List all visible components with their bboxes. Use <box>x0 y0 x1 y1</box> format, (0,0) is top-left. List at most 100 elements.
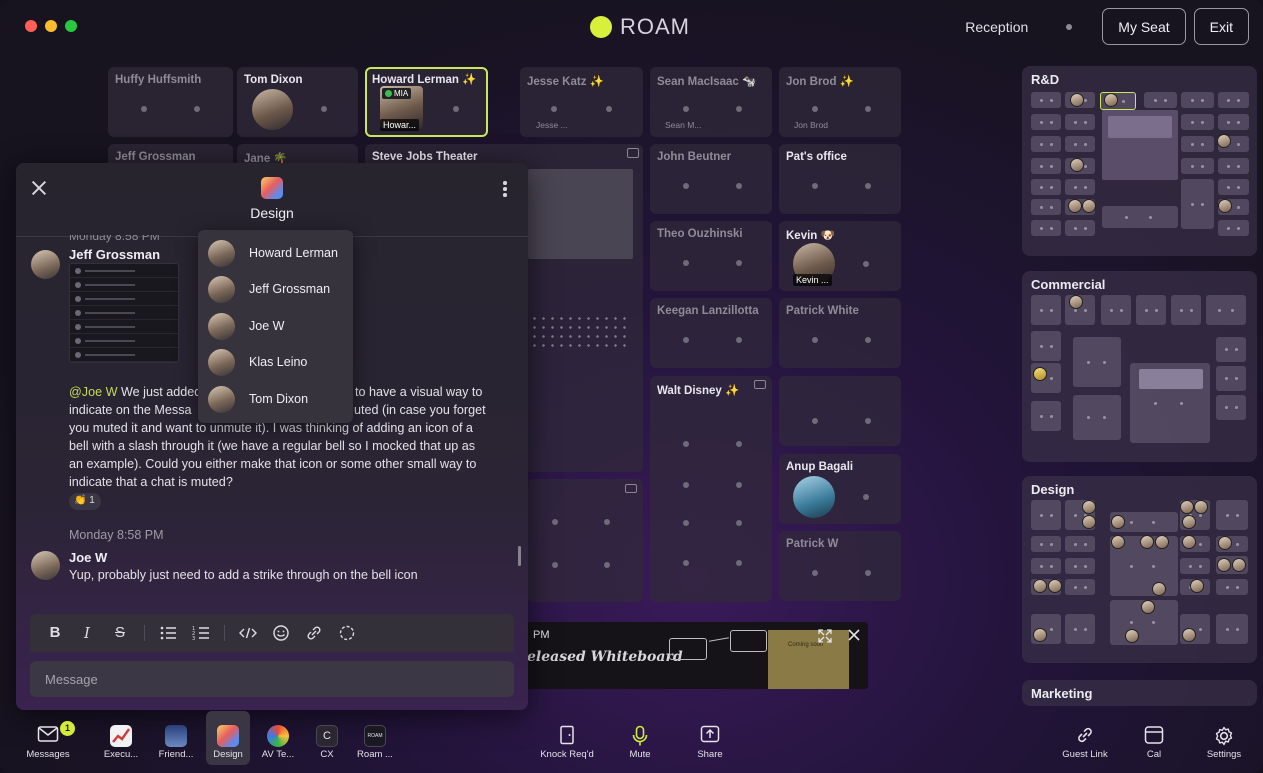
reaction-badge[interactable]: 👏 1 <box>69 493 101 510</box>
scrollbar[interactable] <box>518 546 521 566</box>
office-jesse-katz[interactable]: Jesse Katz ✨ Jesse ... <box>520 67 643 137</box>
room-name: Steve Jobs Theater <box>372 151 478 163</box>
whiteboard-arrow <box>709 637 729 643</box>
link-icon[interactable] <box>303 623 325 643</box>
chat-title[interactable]: Design <box>16 205 528 221</box>
dock-item-design[interactable]: Design <box>206 711 250 765</box>
screen-icon <box>627 148 639 158</box>
room-name: Kevin 🐶 <box>786 230 835 242</box>
bold-button[interactable]: B <box>44 623 66 643</box>
close-icon[interactable] <box>31 180 47 196</box>
room-name: Tom Dixon <box>244 74 303 86</box>
my-seat-button[interactable]: My Seat <box>1102 8 1186 45</box>
calendar-icon <box>1144 726 1164 744</box>
floor-marketing[interactable]: Marketing <box>1022 680 1257 706</box>
message-attachment-image[interactable] <box>69 263 179 363</box>
office-huffy[interactable]: Huffy Huffsmith <box>108 67 233 137</box>
member-item[interactable]: Joe W <box>208 310 348 342</box>
design-group-icon <box>261 177 283 199</box>
strikethrough-button[interactable]: S <box>109 623 131 643</box>
exit-button[interactable]: Exit <box>1193 8 1249 45</box>
avatar[interactable] <box>252 89 293 130</box>
office-kevin[interactable]: Kevin 🐶 Kevin ... <box>779 221 901 291</box>
office-patrick-w[interactable]: Patrick W <box>779 531 901 601</box>
meeting-room[interactable] <box>527 479 643 602</box>
avatar[interactable] <box>31 551 60 580</box>
office-patrick-white[interactable]: Patrick White <box>779 298 901 368</box>
message-text: Yup, probably just need to add a strike … <box>69 568 418 582</box>
guest-link-button[interactable]: Guest Link <box>1054 711 1116 767</box>
numbered-list-icon[interactable]: 123 <box>190 623 212 643</box>
floor-design[interactable]: Design <box>1022 476 1257 663</box>
code-icon[interactable] <box>237 623 259 643</box>
share-button[interactable]: Share <box>679 711 741 767</box>
message-input[interactable] <box>30 661 514 697</box>
italic-button[interactable]: I <box>76 623 98 643</box>
dock-item-roam[interactable]: ROAM Roam ... <box>344 711 406 767</box>
bottom-bar: Messages 1 Execu... Friend... Design AV … <box>0 711 1263 773</box>
avatar <box>208 276 235 303</box>
emoji-icon[interactable] <box>270 623 292 643</box>
whiteboard-shape <box>669 638 707 660</box>
floor-title: R&D <box>1031 72 1060 87</box>
mute-button[interactable]: Mute <box>609 711 671 767</box>
member-item[interactable]: Klas Leino <box>208 346 348 378</box>
expand-icon[interactable] <box>817 628 833 644</box>
minimize-window-button[interactable] <box>45 20 57 32</box>
member-item[interactable]: Howard Lerman <box>208 237 348 269</box>
office-jon-brod[interactable]: Jon Brod ✨ Jon Brod <box>779 67 901 137</box>
cx-app-icon: C <box>316 725 338 747</box>
avatar-caption: Jesse ... <box>536 120 568 130</box>
room-name: Jon Brod ✨ <box>786 76 854 88</box>
office-tom-dixon[interactable]: Tom Dixon <box>237 67 358 137</box>
walt-disney-room[interactable]: Walt Disney ✨ <box>650 376 772 602</box>
dock-item-execu[interactable]: Execu... <box>90 711 152 767</box>
dock-item-friend[interactable]: Friend... <box>145 711 207 767</box>
member-item[interactable]: Jeff Grossman <box>208 273 348 305</box>
office-theo[interactable]: Theo Ouzhinski <box>650 221 772 291</box>
avatar <box>208 313 235 340</box>
share-screen-icon <box>700 725 720 743</box>
settings-button[interactable]: Settings <box>1193 711 1255 767</box>
app-name: ROAM <box>620 14 690 39</box>
app-logo: ROAM <box>590 14 690 40</box>
close-window-button[interactable] <box>25 20 37 32</box>
member-item[interactable]: Tom Dixon <box>208 383 348 415</box>
floor-rnd[interactable]: R&D <box>1022 66 1257 256</box>
room-name: Pat's office <box>786 151 847 163</box>
messages-button[interactable]: Messages <box>17 711 79 767</box>
floor-title: Design <box>1031 482 1075 497</box>
floor-screen <box>1108 116 1172 138</box>
office-sean[interactable]: Sean MacIsaac 🐄 Sean M... <box>650 67 772 137</box>
office-howard-lerman[interactable]: Howard Lerman ✨ MIA Howar... <box>365 67 488 137</box>
calendar-button[interactable]: Cal <box>1123 711 1185 767</box>
floor-title: Marketing <box>1031 686 1093 701</box>
office-keegan[interactable]: Keegan Lanzillotta <box>650 298 772 368</box>
gear-icon <box>1215 726 1233 746</box>
knock-required-button[interactable]: Knock Req'd <box>536 711 598 767</box>
zoom-window-button[interactable] <box>65 20 77 32</box>
floor-commercial[interactable]: Commercial <box>1022 271 1257 462</box>
link-icon <box>1078 727 1092 743</box>
roam-window: ROAM Reception My Seat Exit Huffy Huffsm… <box>0 0 1263 773</box>
floor-screen <box>1139 369 1203 389</box>
message-author: Joe W <box>69 550 108 565</box>
floor-title: Commercial <box>1031 277 1106 292</box>
room-name: Jeff Grossman <box>115 151 196 163</box>
bullet-list-icon[interactable] <box>157 623 179 643</box>
close-icon[interactable] <box>847 628 861 642</box>
avatar[interactable] <box>793 476 835 518</box>
more-options-icon[interactable] <box>503 181 507 197</box>
office-john-beutner[interactable]: John Beutner <box>650 144 772 214</box>
loading-spinner-icon[interactable] <box>336 623 358 643</box>
office-anup[interactable]: Anup Bagali <box>779 454 901 524</box>
room-name: Anup Bagali <box>786 461 854 473</box>
pats-office[interactable]: Pat's office <box>779 144 901 214</box>
office-empty[interactable] <box>779 376 901 446</box>
whiteboard-preview[interactable]: PM eleased Whiteboard Coming soon <box>527 622 868 689</box>
formatting-toolbar: B I S 123 <box>30 614 514 652</box>
avatar[interactable] <box>31 250 60 279</box>
microphone-icon <box>632 725 648 746</box>
location-label[interactable]: Reception <box>965 19 1028 35</box>
online-dot-icon <box>385 90 392 97</box>
